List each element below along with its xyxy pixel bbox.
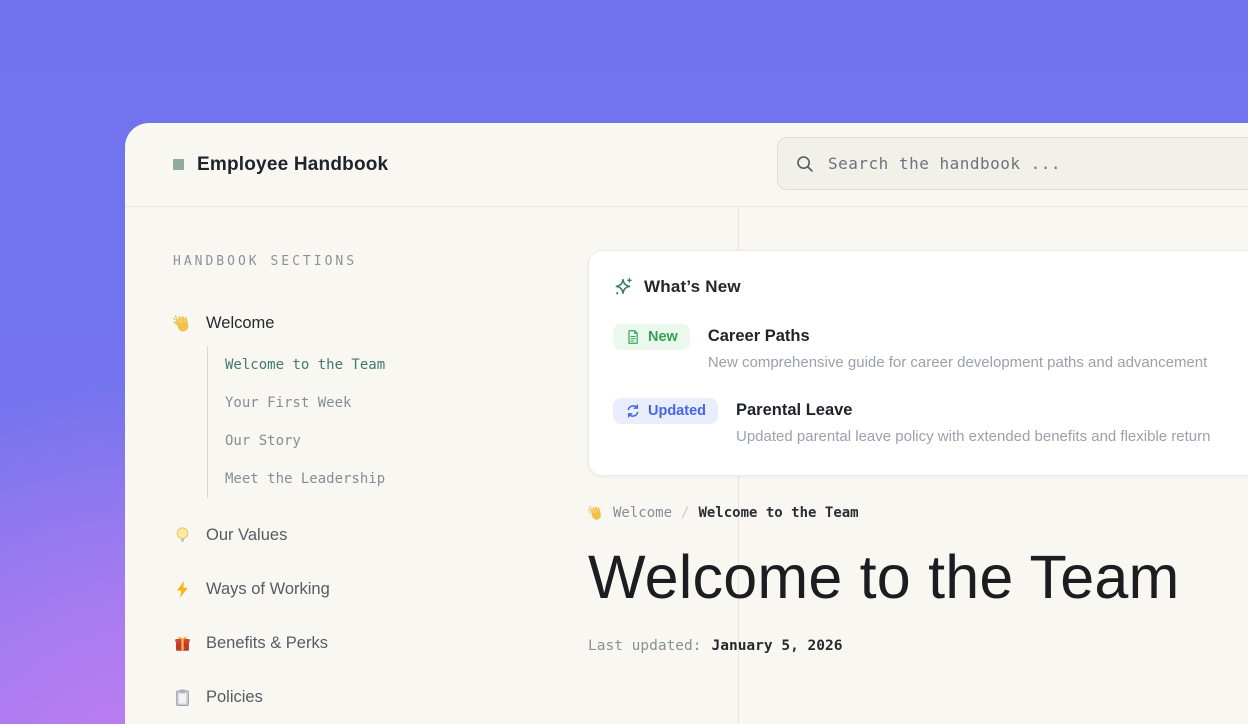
app-title: Employee Handbook — [197, 154, 388, 176]
badge-label: Updated — [648, 403, 706, 419]
bulb-icon — [173, 526, 192, 545]
sparkle-icon — [613, 277, 633, 297]
lightning-icon — [173, 580, 192, 599]
sidebar-subnav-welcome: Welcome to the Team Your First Week Our … — [207, 346, 603, 498]
whats-new-card: What’s New New Career Paths New comprehe… — [588, 250, 1248, 476]
refresh-icon — [625, 403, 641, 419]
last-updated-value: January 5, 2026 — [712, 638, 843, 654]
handbook-window: Employee Handbook HANDBOOK SECTIONS — [125, 123, 1248, 724]
whats-new-item[interactable]: Updated Parental Leave Updated parental … — [613, 398, 1248, 445]
search-input[interactable] — [828, 154, 1248, 173]
updated-badge: Updated — [613, 398, 718, 424]
sidebar-item-label: Welcome — [206, 314, 274, 333]
whats-new-title: What’s New — [644, 277, 741, 297]
subnav-our-story[interactable]: Our Story — [225, 422, 603, 460]
breadcrumb-section[interactable]: Welcome — [613, 505, 672, 521]
sidebar-item-label: Our Values — [206, 526, 287, 545]
subnav-welcome-to-the-team[interactable]: Welcome to the Team — [225, 346, 603, 384]
main-content: What’s New New Career Paths New comprehe… — [588, 207, 1248, 654]
app-body: HANDBOOK SECTIONS — [125, 207, 1248, 724]
badge-label: New — [648, 329, 678, 345]
last-updated-label: Last updated: — [588, 638, 702, 654]
whats-new-item-title: Parental Leave — [736, 401, 1210, 420]
gift-icon — [173, 634, 192, 653]
subnav-meet-the-leadership[interactable]: Meet the Leadership — [225, 460, 603, 498]
sidebar-item-benefits-perks[interactable]: Benefits & Perks — [173, 631, 603, 655]
sidebar: HANDBOOK SECTIONS — [173, 207, 603, 709]
sidebar-section-label: HANDBOOK SECTIONS — [173, 254, 603, 269]
sidebar-item-welcome[interactable]: Welcome — [173, 311, 603, 335]
sidebar-item-policies[interactable]: Policies — [173, 685, 603, 709]
logo-icon — [173, 159, 184, 170]
page-title: Welcome to the Team — [588, 545, 1248, 609]
document-icon — [625, 329, 641, 345]
subnav-your-first-week[interactable]: Your First Week — [225, 384, 603, 422]
breadcrumb-page: Welcome to the Team — [698, 505, 858, 521]
last-updated: Last updated: January 5, 2026 — [588, 638, 1248, 654]
new-badge: New — [613, 324, 690, 350]
sidebar-item-label: Benefits & Perks — [206, 634, 328, 653]
breadcrumb-separator: / — [681, 505, 689, 521]
whats-new-item-description: New comprehensive guide for career devel… — [708, 354, 1207, 371]
whats-new-item-description: Updated parental leave policy with exten… — [736, 428, 1210, 445]
sidebar-item-ways-of-working[interactable]: Ways of Working — [173, 577, 603, 601]
sidebar-item-label: Ways of Working — [206, 580, 330, 599]
whats-new-item-title: Career Paths — [708, 327, 1207, 346]
sidebar-item-label: Policies — [206, 688, 263, 707]
app-header: Employee Handbook — [125, 123, 1248, 207]
clipboard-icon — [173, 688, 192, 707]
wave-icon — [173, 314, 192, 333]
whats-new-item[interactable]: New Career Paths New comprehensive guide… — [613, 324, 1248, 371]
wave-icon — [588, 505, 604, 521]
breadcrumb: Welcome / Welcome to the Team — [588, 505, 1248, 521]
search-icon — [795, 154, 815, 174]
search-box[interactable] — [777, 137, 1248, 190]
sidebar-item-our-values[interactable]: Our Values — [173, 523, 603, 547]
